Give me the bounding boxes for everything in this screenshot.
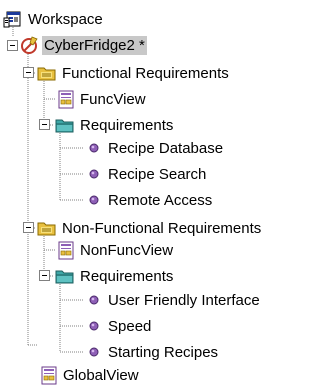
view-document-icon [58, 241, 74, 259]
tree-node-label: GlobalView [63, 366, 139, 384]
folder-yellow-icon [37, 222, 56, 236]
tree-node-workspace[interactable]: Workspace [3, 6, 105, 32]
tree-node-project[interactable]: CyberFridge2 * [20, 32, 147, 58]
requirement-bullet-icon [89, 143, 99, 153]
tree-node-label: Non-Functional Requirements [62, 219, 262, 237]
tree-node-label: FuncView [80, 90, 146, 108]
requirement-bullet-icon [89, 195, 99, 205]
project-icon [21, 35, 38, 54]
tree-node-label: Recipe Search [108, 165, 207, 183]
tree-node-label: Workspace [28, 10, 103, 28]
nonfunctional-requirements-folder-collapse-button[interactable] [39, 270, 50, 281]
tree-node-functional-requirements[interactable]: Functional Requirements [37, 60, 231, 86]
tree-node-nonfuncview[interactable]: NonFuncView [57, 237, 175, 263]
tree-node-label: Recipe Database [108, 139, 224, 157]
requirement-bullet-icon [89, 321, 99, 331]
workspace-icon [3, 11, 21, 28]
tree-node-requirement[interactable]: Recipe Database [87, 135, 225, 161]
requirement-bullet-icon [89, 169, 99, 179]
tree-node-label: Requirements [80, 267, 174, 285]
functional-requirements-collapse-button[interactable] [23, 67, 34, 78]
tree-node-label: Functional Requirements [62, 64, 229, 82]
folder-teal-icon [55, 119, 74, 133]
nonfunctional-requirements-collapse-button[interactable] [23, 222, 34, 233]
folder-teal-icon [55, 270, 74, 284]
tree-node-requirement[interactable]: User Friendly Interface [87, 287, 262, 313]
view-document-icon [58, 90, 74, 108]
functional-requirements-folder-collapse-button[interactable] [39, 119, 50, 130]
tree-node-label: Speed [108, 317, 152, 335]
tree-node-requirement[interactable]: Recipe Search [87, 161, 208, 187]
folder-yellow-icon [37, 67, 56, 81]
tree-node-requirement[interactable]: Remote Access [87, 187, 214, 213]
tree-node-nonfunctional-requirements-folder[interactable]: Requirements [55, 263, 175, 289]
tree-node-requirement[interactable]: Speed [87, 313, 153, 339]
tree-node-label: User Friendly Interface [108, 291, 260, 309]
tree-node-label: Starting Recipes [108, 343, 219, 361]
requirement-bullet-icon [89, 347, 99, 357]
project-collapse-button[interactable] [7, 40, 18, 51]
requirement-bullet-icon [89, 295, 99, 305]
tree-node-funcview[interactable]: FuncView [57, 86, 148, 112]
tree-node-globalview[interactable]: GlobalView [40, 362, 141, 388]
project-tree: Workspace CyberFridge2 * Functional Requ… [0, 0, 334, 388]
tree-node-label: Requirements [80, 116, 174, 134]
view-document-icon [41, 366, 57, 384]
tree-node-label: NonFuncView [80, 241, 174, 259]
tree-node-label: CyberFridge2 * [42, 35, 147, 55]
tree-node-label: Remote Access [108, 191, 213, 209]
